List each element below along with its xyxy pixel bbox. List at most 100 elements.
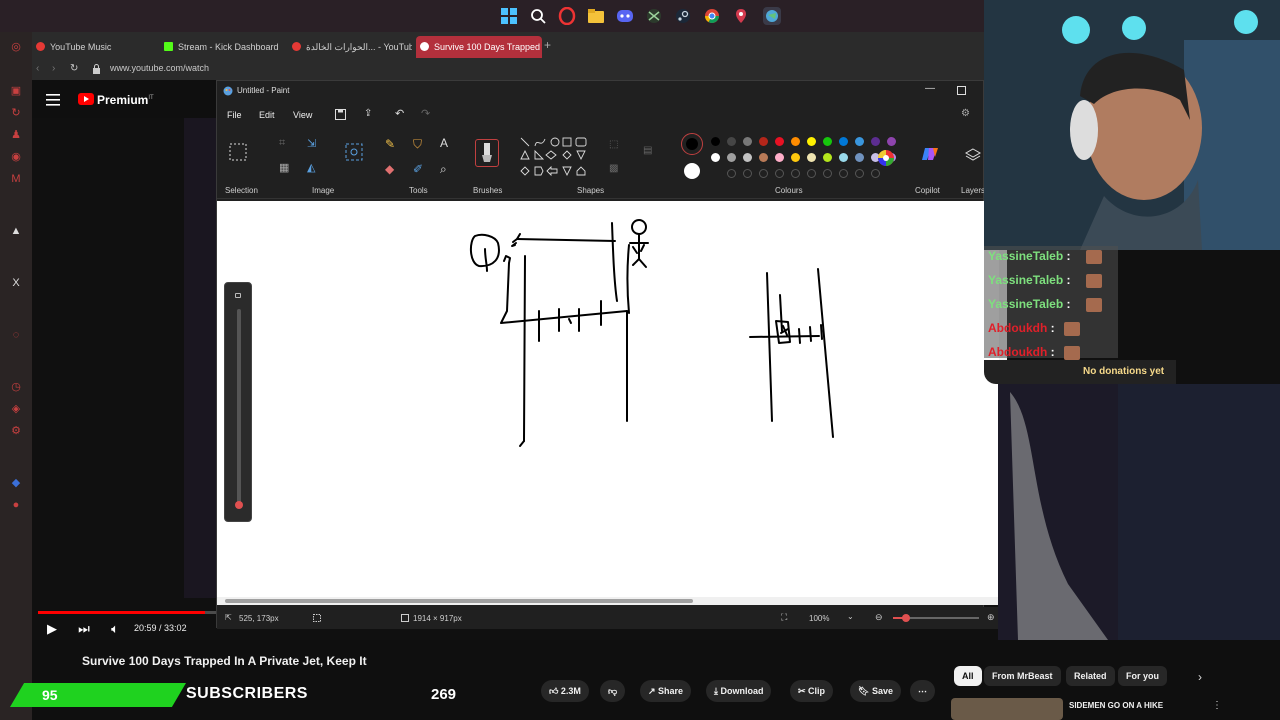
shape-fill-icon[interactable]: ▩ xyxy=(609,163,618,174)
fit-to-window-icon[interactable]: ⛶ xyxy=(781,612,787,623)
volume-icon[interactable]: 🔈︎ xyxy=(107,621,123,637)
reload-icon[interactable]: ↻ xyxy=(70,63,78,74)
menu-edit[interactable]: Edit xyxy=(259,110,275,120)
chip-from-mrbeast[interactable]: From MrBeast xyxy=(984,666,1061,686)
zoom-dropdown-icon[interactable]: ⌄ xyxy=(847,612,854,621)
fill-icon[interactable]: ⛉ xyxy=(413,137,422,152)
edit-colours-icon[interactable] xyxy=(877,149,895,167)
save-button[interactable]: 🔖︎ Save xyxy=(850,680,901,702)
tab-survive-100-days[interactable]: Survive 100 Days Trapped xyxy=(416,36,542,58)
copilot-icon[interactable] xyxy=(921,145,939,163)
colour-swatch[interactable] xyxy=(711,137,720,146)
shapes-gallery[interactable] xyxy=(519,135,597,179)
sidebar-app-icon[interactable]: ◉ xyxy=(9,150,23,164)
custom-colour-slot[interactable] xyxy=(727,169,736,178)
chrome-icon[interactable] xyxy=(703,7,721,25)
colour-swatch[interactable] xyxy=(855,137,864,146)
search-icon[interactable] xyxy=(529,7,547,25)
x-twitter-icon[interactable]: X xyxy=(9,276,23,290)
undo-icon[interactable]: ↶ xyxy=(395,107,404,120)
colour-swatch[interactable] xyxy=(775,153,784,162)
text-icon[interactable]: A xyxy=(440,136,448,150)
resize-icon[interactable]: ⇲ xyxy=(307,137,316,150)
custom-colour-slot[interactable] xyxy=(823,169,832,178)
zoom-level[interactable]: 100% xyxy=(809,614,829,623)
chip-related[interactable]: Related xyxy=(1066,666,1115,686)
redo-icon[interactable]: ↷ xyxy=(421,107,430,120)
shape-outline-icon[interactable]: ⬚ xyxy=(609,139,618,150)
colour-swatch[interactable] xyxy=(839,137,848,146)
bitwarden-icon[interactable]: ◆ xyxy=(9,476,23,490)
sidebar-app-icon[interactable]: ↻ xyxy=(9,106,23,120)
maximize-button[interactable] xyxy=(957,86,966,95)
image-select-icon[interactable] xyxy=(345,143,363,161)
zoom-in-icon[interactable]: ⊕ xyxy=(987,612,995,623)
brush-size-slider[interactable] xyxy=(224,282,252,522)
like-button[interactable]: 👍︎ 2.3M xyxy=(541,680,589,702)
size-slider-thumb[interactable] xyxy=(235,501,243,509)
sidebar-app-icon[interactable]: ● xyxy=(9,498,23,512)
colour-swatch[interactable] xyxy=(823,137,832,146)
tab-kick-dashboard[interactable]: Stream - Kick Dashboard xyxy=(160,36,284,58)
sidebar-app-icon[interactable]: ▣ xyxy=(9,84,23,98)
custom-colour-slot[interactable] xyxy=(839,169,848,178)
youtube-premium-logo[interactable]: PremiumIT xyxy=(78,93,154,107)
more-actions-button[interactable]: ⋯ xyxy=(910,680,935,702)
new-tab-button[interactable]: + xyxy=(544,38,551,52)
colour-swatch[interactable] xyxy=(727,137,736,146)
windows-icon[interactable] xyxy=(500,7,518,25)
recommendation-title[interactable]: SIDEMEN GO ON A HIKE xyxy=(1069,701,1163,710)
menu-file[interactable]: File xyxy=(227,110,242,120)
back-icon[interactable]: ‹ xyxy=(36,63,39,74)
sidebar-app-icon[interactable]: ♟ xyxy=(9,128,23,142)
colour-swatch[interactable] xyxy=(871,137,880,146)
custom-colour-slot[interactable] xyxy=(775,169,784,178)
share-button[interactable]: ↗ Share xyxy=(640,680,692,702)
folder-icon[interactable] xyxy=(587,7,605,25)
crop-icon[interactable]: ⌗ xyxy=(279,137,285,150)
save-icon[interactable] xyxy=(335,109,346,120)
chip-for-you[interactable]: For you xyxy=(1118,666,1167,686)
minimize-button[interactable]: — xyxy=(925,83,935,94)
eraser-icon[interactable]: ◆ xyxy=(385,162,394,176)
custom-colour-slot[interactable] xyxy=(743,169,752,178)
url-field[interactable]: www.youtube.com/watch xyxy=(110,63,209,73)
drawing-canvas[interactable] xyxy=(217,201,999,597)
brush-icon[interactable] xyxy=(475,139,499,167)
zoom-out-icon[interactable]: ⊖ xyxy=(875,612,883,623)
colour-swatch[interactable] xyxy=(807,137,816,146)
magnifier-icon[interactable]: ⌕ xyxy=(440,162,447,177)
colour-swatch[interactable] xyxy=(759,153,768,162)
colour-swatch[interactable] xyxy=(743,137,752,146)
history-icon[interactable]: ◷ xyxy=(9,380,23,394)
download-button[interactable]: ⤓ Download xyxy=(706,680,772,702)
selection-tool[interactable] xyxy=(229,143,247,161)
colour-swatch[interactable] xyxy=(791,137,800,146)
menu-icon[interactable] xyxy=(46,94,60,106)
current-colour-1[interactable] xyxy=(681,133,703,155)
current-colour-2[interactable] xyxy=(684,163,700,179)
chip-all[interactable]: All xyxy=(954,666,982,686)
tab-youtube-arabic[interactable]: الحوارات الخالدة... - YouTube xyxy=(288,36,412,58)
custom-colour-slot[interactable] xyxy=(807,169,816,178)
scrollbar-thumb[interactable] xyxy=(225,599,693,603)
play-icon[interactable]: ▶ xyxy=(44,621,60,637)
sidebar-app-icon[interactable]: M xyxy=(9,172,23,186)
tab-youtube-music[interactable]: YouTube Music xyxy=(32,36,156,58)
recommendation-menu-icon[interactable]: ⋮ xyxy=(1212,700,1222,711)
maps-icon[interactable] xyxy=(732,7,750,25)
chips-next-icon[interactable]: › xyxy=(1198,670,1202,684)
opera-icon[interactable] xyxy=(558,7,576,25)
colour-swatch[interactable] xyxy=(839,153,848,162)
colour-swatch[interactable] xyxy=(743,153,752,162)
forward-icon[interactable]: › xyxy=(52,63,55,74)
custom-colour-slot[interactable] xyxy=(871,169,880,178)
xbox-icon[interactable] xyxy=(645,7,663,25)
share-icon[interactable]: ⇪ xyxy=(364,108,372,119)
colour-swatch[interactable] xyxy=(711,153,720,162)
sidebar-app-icon[interactable]: ◌ xyxy=(9,328,23,342)
custom-colour-slot[interactable] xyxy=(791,169,800,178)
rotate-icon[interactable]: ▦ xyxy=(279,161,289,174)
pencil-icon[interactable]: ✎ xyxy=(385,137,395,151)
menu-view[interactable]: View xyxy=(293,110,312,120)
